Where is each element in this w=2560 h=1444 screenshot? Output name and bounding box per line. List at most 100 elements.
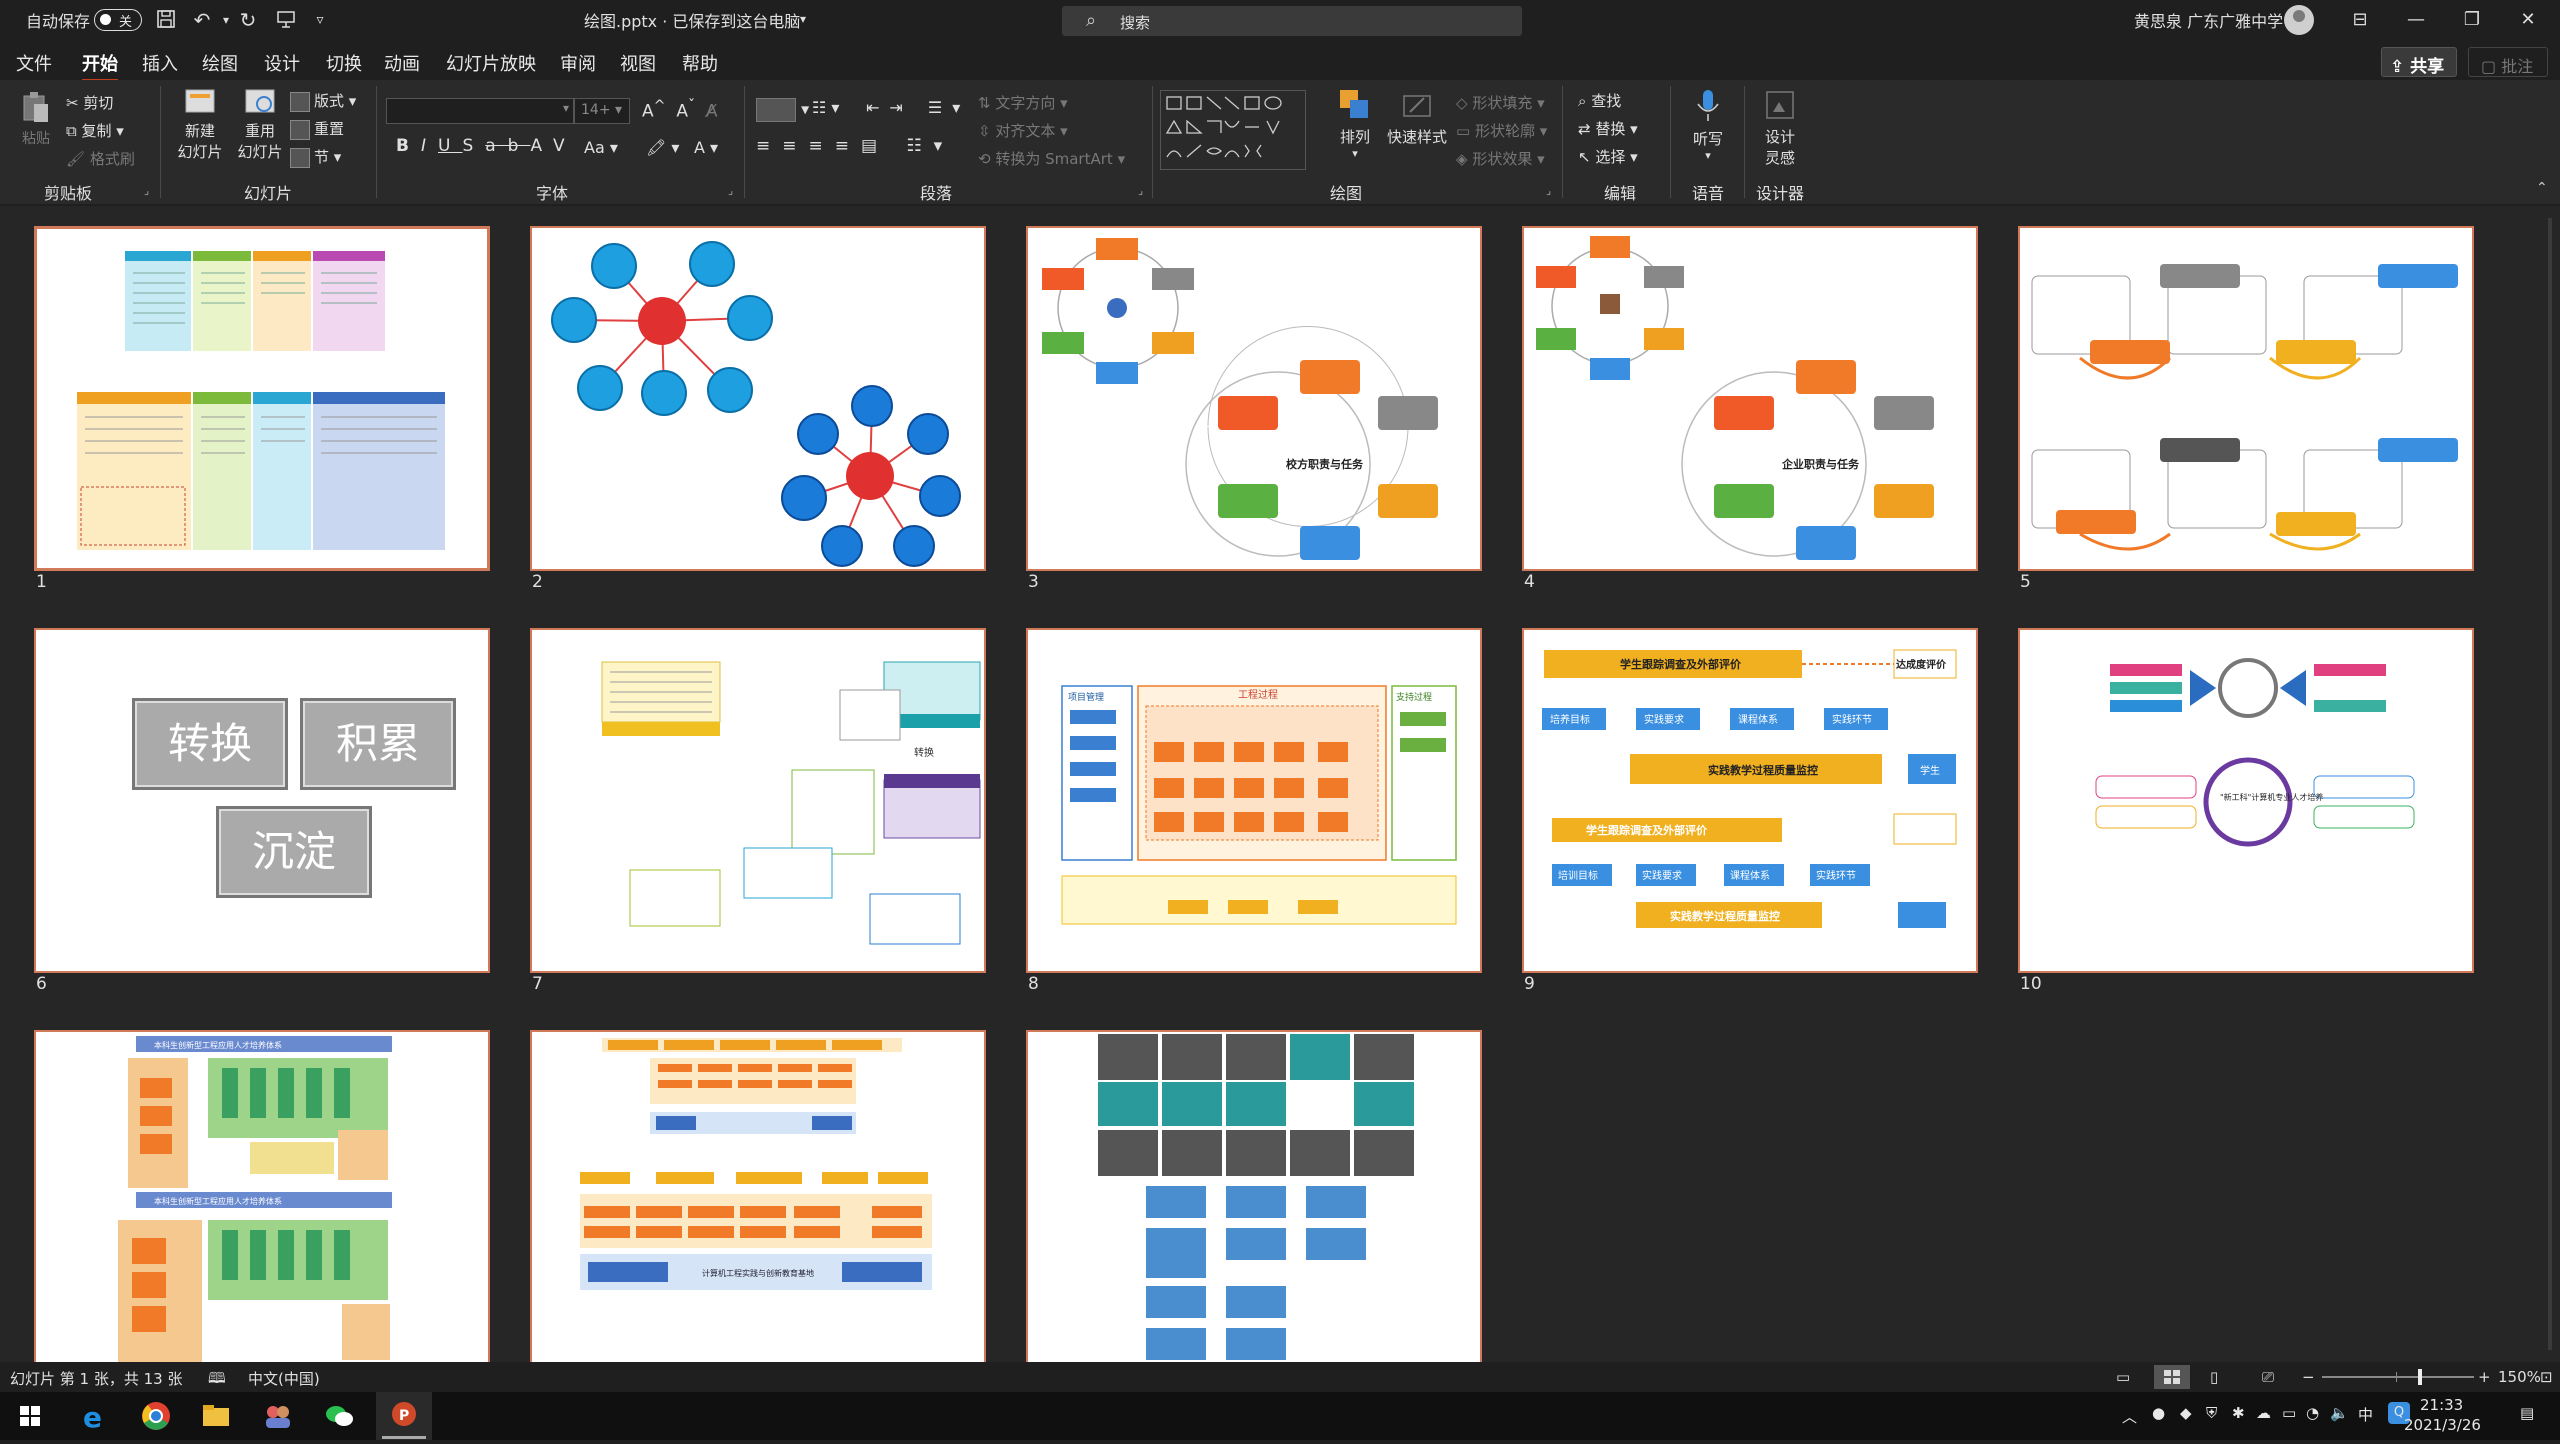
font-style-buttons[interactable]: BIUSabAV [396,136,577,156]
document-title[interactable]: 绘图.pptx · 已保存到这台电脑 [584,8,800,32]
copy-button[interactable]: ⧉ 复制 ▾ [66,120,124,141]
contacts-app-icon[interactable] [260,1398,296,1434]
layout-button[interactable]: 版式 ▾ [290,90,356,112]
slide-thumbnail-1[interactable] [34,226,490,571]
zoom-slider-thumb[interactable] [2418,1369,2422,1385]
save-icon[interactable] [154,8,178,32]
present-icon[interactable] [274,8,298,32]
tab-8[interactable]: 审阅 [560,50,596,76]
bullets-button[interactable]: ▾ [756,98,809,122]
slide-thumbnail-8[interactable]: 工程过程 项目管理 支持过程 [1026,628,1482,973]
reuse-slides-button[interactable]: 重用 幻灯片 [232,88,288,162]
font-size-grow-buttons[interactable]: A^ Aˇ A̸ [642,98,717,122]
clock-time[interactable]: 21:33 [2420,1396,2463,1414]
user-name[interactable]: 黄思泉 广东广雅中学 [2134,8,2283,32]
select-button[interactable]: ↖ 选择 ▾ [1578,146,1638,167]
reset-button[interactable]: 重置 [290,118,344,140]
format-painter-button[interactable]: 🖌 格式刷 [66,148,135,169]
comment-button[interactable]: ▢ 批注 [2468,47,2548,77]
change-case-button[interactable]: Aa ▾ [584,138,618,157]
app-tray-icon[interactable]: ◆ [2180,1404,2192,1422]
slide-thumbnail-13[interactable] [1026,1030,1482,1375]
zoom-in-icon[interactable]: + [2478,1368,2491,1386]
align-text-button[interactable]: ⇳ 对齐文本 ▾ [978,120,1068,141]
font-family-select[interactable]: ▾ [386,98,574,124]
edge-browser-icon[interactable]: e [76,1398,112,1434]
cloud-tray-icon[interactable]: ☁ [2256,1404,2271,1422]
highlight-color-button[interactable]: 🖍 ▾ [646,138,679,157]
redo-icon[interactable]: ↻ [236,8,260,32]
reading-view-icon[interactable]: ▯ [2210,1368,2218,1386]
slide-sorter-view-icon[interactable] [2154,1365,2190,1389]
slide-thumbnail-9[interactable]: 学生跟踪调查及外部评价 实践教学过程质量监控 学生跟踪调查及外部评价 实践教学过… [1522,628,1978,973]
section-button[interactable]: 节 ▾ [290,146,341,168]
fit-window-icon[interactable]: ⊡ [2540,1368,2553,1386]
notification-icon[interactable]: ▤ [2520,1404,2534,1422]
tab-10[interactable]: 帮助 [682,50,718,76]
slide-thumbnail-5[interactable] [2018,226,2474,571]
slide-thumbnail-6[interactable]: 转换 积累 沉淀 [34,628,490,973]
autosave-toggle[interactable]: 关 [94,9,142,31]
tab-6[interactable]: 动画 [384,50,420,76]
indent-buttons[interactable]: ⇤⇥ ☰▾ [866,98,970,117]
wechat-icon[interactable] [322,1398,358,1434]
close-icon[interactable]: ✕ [2508,6,2548,34]
wifi-tray-icon[interactable]: ◔ [2306,1404,2319,1422]
font-color-button[interactable]: A ▾ [694,138,718,157]
slideshow-view-icon[interactable]: ⎚ [2262,1368,2274,1386]
slide-thumbnail-11[interactable]: 本科生创新型工程应用人才培养体系 本科生创新型工程应用人才培养体系 [34,1030,490,1375]
font-size-select[interactable]: 14+ ▾ [574,98,630,124]
slide-thumbnail-10[interactable]: "新工科"计算机专业人才培养 [2018,628,2474,973]
customize-toolbar-icon[interactable]: ▿ [308,8,332,32]
monitor-tray-icon[interactable]: ▭ [2282,1404,2296,1422]
powerpoint-taskbar-button[interactable]: P [376,1392,432,1440]
tab-1[interactable]: 开始 [82,50,118,82]
volume-tray-icon[interactable]: 🔈 [2330,1404,2349,1422]
quick-styles-button[interactable]: 快速样式 [1382,88,1452,147]
slide-thumbnail-4[interactable]: 企业职责与任务 [1522,226,1978,571]
restore-icon[interactable]: ❐ [2452,6,2492,34]
design-ideas-button[interactable]: 设计 灵感 [1752,88,1808,168]
slide-thumbnail-2[interactable] [530,226,986,571]
wechat-tray-icon[interactable]: ● [2152,1404,2165,1422]
tab-3[interactable]: 绘图 [202,50,238,76]
font-dialog-icon[interactable]: ⌟ [728,184,733,197]
security-tray-icon[interactable]: ⛨ [2206,1404,2217,1422]
language-status[interactable]: 中文(中国) [248,1368,320,1389]
slide-thumbnail-12[interactable]: 计算机工程实践与创新教育基地 [530,1030,986,1375]
notes-view-icon[interactable]: ▭ [2116,1368,2130,1386]
alignment-buttons[interactable]: ≡≡≡≡▤ ☷▾ [756,136,954,156]
share-button[interactable]: ⇪ 共享 [2381,47,2457,77]
tab-2[interactable]: 插入 [142,50,178,76]
show-hidden-icons[interactable]: ︿ [2122,1406,2137,1427]
find-button[interactable]: ⌕ 查找 [1578,90,1621,111]
zoom-slider[interactable] [2322,1369,2474,1385]
clipboard-dialog-icon[interactable]: ⌟ [144,184,149,197]
avatar[interactable] [2284,5,2314,35]
undo-dropdown-icon[interactable]: ▾ [214,8,238,32]
paragraph-dialog-icon[interactable]: ⌟ [1138,184,1143,197]
new-slide-button[interactable]: 新建 幻灯片 [170,88,230,162]
chrome-browser-icon[interactable] [138,1398,174,1434]
zoom-out-icon[interactable]: − [2302,1368,2315,1386]
zoom-level[interactable]: 150% [2498,1368,2541,1386]
convert-smartart-button[interactable]: ⟲ 转换为 SmartArt ▾ [978,148,1125,169]
shape-fill-button[interactable]: ◇ 形状填充 ▾ [1456,92,1545,113]
chevron-down-icon[interactable]: ▾ [800,12,806,26]
slide-thumbnail-7[interactable]: 转换 [530,628,986,973]
text-direction-button[interactable]: ⇅ 文字方向 ▾ [978,92,1068,113]
shape-effects-button[interactable]: ◈ 形状效果 ▾ [1456,148,1545,169]
arrange-button[interactable]: 排列 ▾ [1330,88,1380,160]
numbering-button[interactable]: ☷ ▾ [812,98,839,117]
tab-9[interactable]: 视图 [620,50,656,76]
tab-5[interactable]: 切换 [326,50,362,76]
minimize-icon[interactable]: — [2396,6,2436,34]
tab-4[interactable]: 设计 [264,50,300,76]
clock-date[interactable]: 2021/3/26 [2404,1416,2481,1434]
file-explorer-icon[interactable] [198,1398,234,1434]
collapse-ribbon-icon[interactable]: ⌃ [2536,180,2548,196]
slide-thumbnail-3[interactable]: 校方职责与任务 [1026,226,1482,571]
paste-button[interactable]: 粘贴 [18,90,54,148]
accessibility-icon[interactable]: 🕮 [208,1368,226,1393]
bluetooth-tray-icon[interactable]: ✱ [2232,1404,2245,1422]
